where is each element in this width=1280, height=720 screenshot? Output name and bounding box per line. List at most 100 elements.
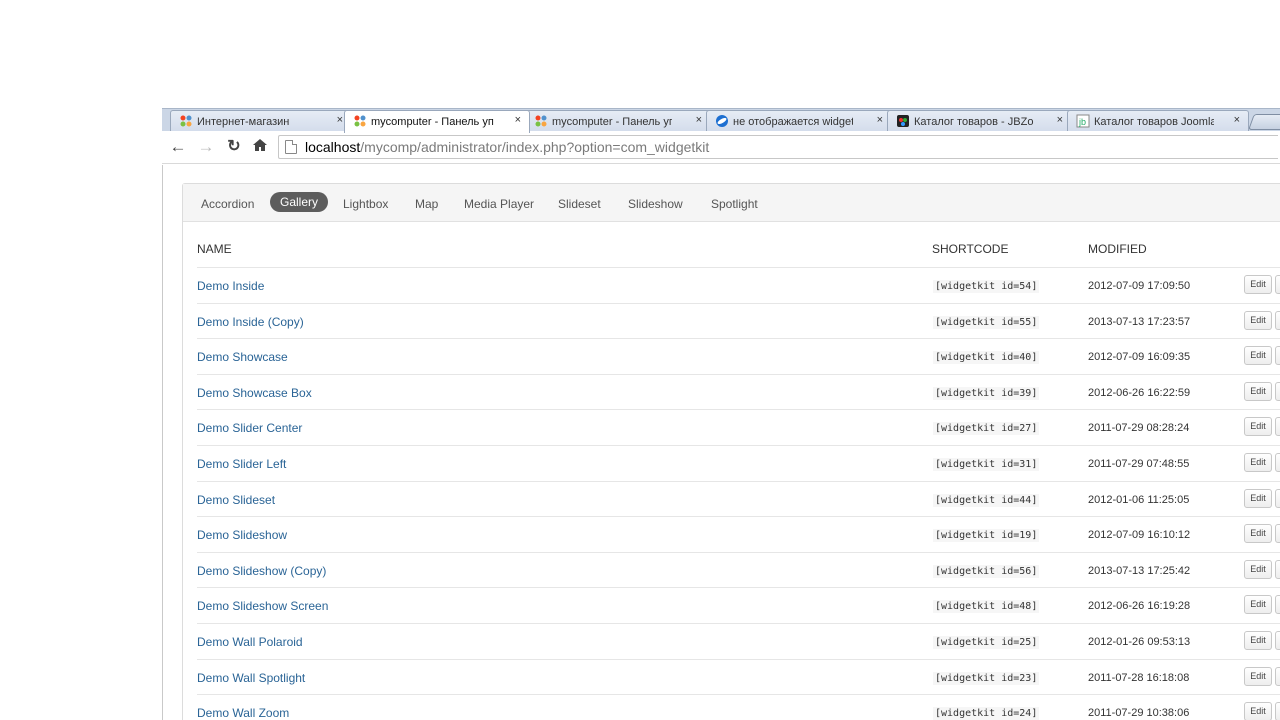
table-row: Demo Inside (Copy) [widgetkit id=55] 2013-… (197, 304, 1280, 340)
widget-modified-date: 2012-01-26 09:53:13 (1088, 636, 1191, 648)
browser-tab[interactable]: Каталог товаров - JBZoo × (887, 110, 1072, 132)
table-row: Demo Inside [widgetkit id=54] 2012-07-09 1… (197, 268, 1280, 304)
edit-button[interactable]: Edit (1244, 453, 1272, 472)
new-tab-button[interactable] (1248, 114, 1280, 130)
edit-button[interactable]: Edit (1244, 488, 1272, 508)
widget-modified-date: 2011-07-29 08:28:24 (1088, 422, 1190, 435)
widget-name-link[interactable]: Demo Slider Left (197, 457, 286, 471)
widget-shortcode: [widgetkit id=24] (933, 707, 1040, 720)
row-action-button[interactable] (1275, 488, 1280, 508)
home-icon[interactable] (250, 137, 270, 157)
browser-tab[interactable]: не отображается widgetk × (706, 110, 892, 132)
browser-tab[interactable]: jb Каталог товаров Joomla × (1067, 110, 1249, 132)
widget-modified-date: 2013-07-13 17:23:57 (1088, 315, 1191, 328)
widget-name-link[interactable]: Demo Inside (Copy) (197, 315, 304, 329)
widget-modified-date: 2012-07-09 16:09:35 (1088, 351, 1191, 364)
row-action-button[interactable] (1275, 666, 1280, 686)
row-action-button[interactable] (1275, 453, 1280, 472)
widget-modified-date: 2012-06-26 16:22:59 (1088, 386, 1191, 399)
back-icon[interactable]: ← (168, 137, 188, 157)
close-tab-icon[interactable]: × (337, 114, 343, 126)
subnav-item-gallery[interactable]: Gallery (270, 192, 329, 212)
widget-modified-date: 2012-01-06 11:25:05 (1088, 493, 1190, 506)
widget-name-link[interactable]: Demo Slideshow (197, 528, 287, 542)
widget-shortcode: [widgetkit id=23] (933, 671, 1040, 685)
table-row: Demo Slideshow [widgetkit id=19] 2012-07-0… (197, 517, 1280, 553)
table-row: Demo Wall Polaroid [widgetkit id=25] 2012-… (197, 624, 1280, 660)
row-action-button[interactable] (1275, 595, 1280, 615)
url-host: localhost (305, 139, 361, 155)
widget-type-nav: Accordion Gallery Lightbox Map Media Player S… (183, 184, 1280, 222)
edit-button[interactable]: Edit (1244, 631, 1272, 650)
table-row: Demo Wall Spotlight [widgetkit id=23] 2011… (197, 660, 1280, 696)
subnav-item-slideset[interactable]: Slideset (558, 194, 601, 214)
edit-button[interactable]: Edit (1244, 702, 1272, 720)
edit-button[interactable]: Edit (1244, 559, 1272, 579)
edit-button[interactable]: Edit (1244, 666, 1272, 686)
browser-tab[interactable]: mycomputer - Панель уп × (525, 110, 711, 132)
browser-tab[interactable]: Интернет-магазин × (170, 110, 352, 132)
browser-tab[interactable]: mycomputer - Панель уп × (344, 110, 530, 133)
table-header: NAME SHORTCODE MODIFIED (197, 242, 1280, 262)
close-tab-icon[interactable]: × (877, 114, 883, 126)
edit-button[interactable]: Edit (1244, 346, 1272, 366)
widget-shortcode: [widgetkit id=25] (933, 636, 1040, 649)
row-action-button[interactable] (1275, 559, 1280, 579)
jb-icon: jb (1076, 114, 1090, 128)
tab-title: Каталог товаров - JBZoo (914, 115, 1034, 128)
edit-button[interactable]: Edit (1244, 524, 1272, 544)
edit-button[interactable]: Edit (1244, 417, 1272, 437)
edit-button[interactable]: Edit (1244, 275, 1272, 294)
widget-modified-date: 2013-07-13 17:25:42 (1088, 564, 1191, 577)
edit-button[interactable]: Edit (1244, 595, 1272, 615)
subnav-item-map[interactable]: Map (415, 194, 438, 214)
subnav-item-lightbox[interactable]: Lightbox (343, 194, 388, 214)
row-action-button[interactable] (1275, 524, 1280, 544)
forward-icon[interactable]: → (196, 137, 216, 157)
widget-modified-date: 2011-07-28 16:18:08 (1088, 671, 1190, 684)
page-border (162, 165, 163, 720)
row-action-button[interactable] (1275, 702, 1280, 720)
subnav-item-spotlight[interactable]: Spotlight (711, 194, 758, 214)
widget-modified-date: 2011-07-29 07:48:55 (1088, 458, 1190, 470)
close-tab-icon[interactable]: × (1234, 114, 1240, 126)
table-row: Demo Slider Left [widgetkit id=31] 2011-07… (197, 446, 1280, 482)
widget-name-link[interactable]: Demo Showcase Box (197, 386, 312, 400)
edit-button[interactable]: Edit (1244, 310, 1272, 330)
subnav-item-media-player[interactable]: Media Player (464, 194, 534, 214)
widget-name-link[interactable]: Demo Slideshow Screen (197, 599, 328, 613)
widget-shortcode: [widgetkit id=48] (933, 600, 1040, 614)
tab-title: Каталог товаров Joomla (1094, 115, 1214, 128)
browser-window: Интернет-магазин × mycomputer - Панель уп ×… (162, 108, 1280, 720)
row-action-button[interactable] (1275, 381, 1280, 401)
widget-name-link[interactable]: Demo Inside (197, 279, 264, 293)
row-action-button[interactable] (1275, 346, 1280, 366)
joomla-icon (179, 114, 193, 128)
widget-name-link[interactable]: Demo Wall Spotlight (197, 671, 305, 685)
edit-button[interactable]: Edit (1244, 381, 1272, 401)
widget-name-link[interactable]: Demo Slideset (197, 493, 275, 507)
close-tab-icon[interactable]: × (696, 114, 702, 126)
subnav-item-accordion[interactable]: Accordion (201, 194, 254, 214)
address-bar[interactable]: localhost /mycomp/administrator/index.ph… (278, 135, 1278, 159)
reload-icon[interactable]: ↻ (224, 137, 244, 157)
close-tab-icon[interactable]: × (515, 114, 521, 126)
row-action-button[interactable] (1275, 417, 1280, 437)
widget-shortcode: [widgetkit id=27] (933, 422, 1040, 436)
widget-name-link[interactable]: Demo Wall Zoom (197, 706, 289, 720)
widget-modified-date: 2011-07-29 10:38:06 (1088, 707, 1190, 720)
row-action-button[interactable] (1275, 275, 1280, 294)
widget-shortcode: [widgetkit id=31] (933, 458, 1040, 471)
jbzoo-icon (896, 114, 910, 128)
widget-name-link[interactable]: Demo Showcase (197, 350, 288, 364)
widget-name-link[interactable]: Demo Slider Center (197, 421, 302, 435)
widget-modified-date: 2012-07-09 16:10:12 (1088, 529, 1191, 542)
subnav-item-slideshow[interactable]: Slideshow (628, 194, 683, 214)
widget-name-link[interactable]: Demo Slideshow (Copy) (197, 564, 326, 578)
widget-name-link[interactable]: Demo Wall Polaroid (197, 635, 303, 649)
url-path: /mycomp/administrator/index.php?option=c… (360, 139, 710, 155)
row-action-button[interactable] (1275, 310, 1280, 330)
close-tab-icon[interactable]: × (1057, 114, 1063, 126)
row-action-button[interactable] (1275, 631, 1280, 650)
tab-title: Интернет-магазин (197, 115, 290, 128)
